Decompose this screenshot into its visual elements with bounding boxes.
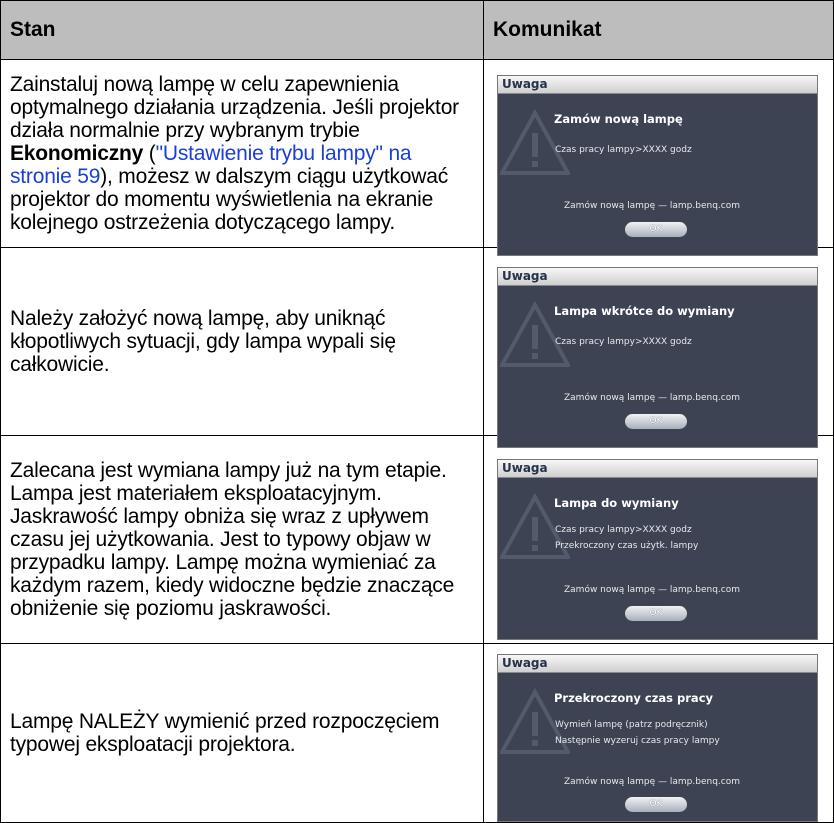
- dialog-order-link: Zamów nową lampę — lamp.benq.com: [564, 585, 740, 595]
- table-row: Zalecana jest wymiana lampy już na tym e…: [1, 436, 833, 644]
- status-text: Należy założyć nową lampę, aby uniknąć k…: [10, 307, 396, 376]
- dialog-title: Uwaga: [498, 76, 817, 94]
- dialog-order-link: Zamów nową lampę — lamp.benq.com: [564, 201, 740, 211]
- table-header: Stan Komunikat: [1, 1, 833, 60]
- dialog-order-link: Zamów nową lampę — lamp.benq.com: [564, 777, 740, 787]
- header-status: Stan: [1, 1, 484, 59]
- dialog-line-1: Czas pracy lampy>XXXX godz: [555, 337, 692, 347]
- dialog-line-1: Wymień lampę (patrz podręcznik): [555, 720, 708, 730]
- status-text-part: (: [143, 142, 156, 165]
- dialog-title: Uwaga: [498, 460, 817, 478]
- dialog-title: Uwaga: [498, 268, 817, 286]
- dialog-heading: Lampa wkrótce do wymiany: [554, 304, 735, 318]
- dialog-line-1: Czas pracy lampy>XXXX godz: [555, 525, 692, 535]
- dialog-line-1: Czas pracy lampy>XXXX godz: [555, 145, 692, 155]
- dialog-line-2: Następnie wyzeruj czas pracy lampy: [555, 736, 720, 746]
- ok-button[interactable]: OK: [625, 414, 687, 429]
- dialog-order-link: Zamów nową lampę — lamp.benq.com: [564, 393, 740, 403]
- dialog-heading: Przekroczony czas pracy: [554, 691, 714, 705]
- header-message: Komunikat: [493, 18, 602, 41]
- table-row: Zainstaluj nową lampę w celu zapewnienia…: [1, 60, 833, 255]
- dialog-heading: Lampa do wymiany: [554, 496, 679, 510]
- dialog-title: Uwaga: [498, 655, 817, 673]
- dialog-heading: Zamów nową lampę: [554, 112, 683, 126]
- warning-dialog: Uwaga Zamów nową lampę Czas pracy lampy>…: [498, 76, 817, 255]
- status-text: Lampę NALEŻY wymienić przed rozpoczęciem…: [10, 710, 440, 756]
- status-cell: Zainstaluj nową lampę w celu zapewnienia…: [1, 60, 484, 247]
- table-row: Należy założyć nową lampę, aby uniknąć k…: [1, 248, 833, 447]
- status-cell: Lampę NALEŻY wymienić przed rozpoczęciem…: [1, 644, 484, 822]
- mode-name: Ekonomiczny: [10, 142, 144, 165]
- table-row: Lampę NALEŻY wymienić przed rozpoczęciem…: [1, 644, 833, 822]
- ok-button[interactable]: OK: [625, 797, 687, 812]
- dialog-line-2: Przekroczony czas użytk. lampy: [555, 541, 699, 551]
- lamp-message-table: Stan Komunikat Zainstaluj nową lampę w c…: [0, 0, 834, 823]
- status-text-part: Zainstaluj nową lampę w celu zapewnienia…: [10, 73, 459, 142]
- status-text: Zalecana jest wymiana lampy już na tym e…: [10, 459, 455, 620]
- ok-button[interactable]: OK: [625, 606, 687, 621]
- warning-dialog: Uwaga Lampa do wymiany Czas pracy lampy>…: [498, 460, 817, 639]
- status-cell: Zalecana jest wymiana lampy już na tym e…: [1, 436, 484, 643]
- status-cell: Należy założyć nową lampę, aby uniknąć k…: [1, 248, 484, 435]
- warning-dialog: Uwaga Przekroczony czas pracy Wymień lam…: [498, 655, 817, 821]
- warning-dialog: Uwaga Lampa wkrótce do wymiany Czas prac…: [498, 268, 817, 447]
- ok-button[interactable]: OK: [625, 222, 687, 237]
- status-text: Zainstaluj nową lampę w celu zapewnienia…: [10, 73, 473, 234]
